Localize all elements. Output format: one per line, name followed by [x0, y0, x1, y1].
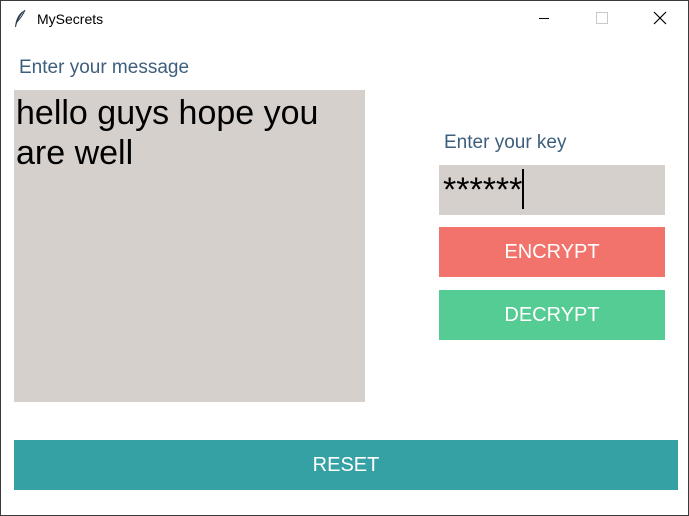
key-label: Enter your key — [444, 132, 567, 153]
text-caret — [522, 169, 525, 209]
key-value: ****** — [443, 171, 523, 209]
decrypt-button-label: DECRYPT — [504, 303, 600, 326]
decrypt-button[interactable]: DECRYPT — [439, 290, 665, 340]
message-textarea[interactable]: hello guys hope you are well — [14, 90, 365, 402]
title-bar[interactable]: MySecrets — [1, 1, 688, 39]
maximize-icon — [596, 11, 608, 29]
message-label: Enter your message — [19, 57, 190, 78]
window-title: MySecrets — [37, 11, 104, 27]
reset-button[interactable]: RESET — [14, 440, 678, 490]
close-icon — [653, 11, 667, 30]
encrypt-button[interactable]: ENCRYPT — [439, 227, 665, 277]
close-button[interactable] — [631, 1, 688, 39]
encrypt-button-label: ENCRYPT — [504, 240, 600, 263]
reset-button-label: RESET — [312, 453, 380, 476]
maximize-button[interactable] — [573, 1, 631, 39]
minimize-icon — [538, 11, 550, 29]
minimize-button[interactable] — [515, 1, 573, 39]
app-window: MySecrets Enter your message hello guys … — [0, 0, 689, 516]
feather-icon — [13, 9, 27, 29]
key-password-field[interactable]: ****** — [439, 165, 665, 215]
